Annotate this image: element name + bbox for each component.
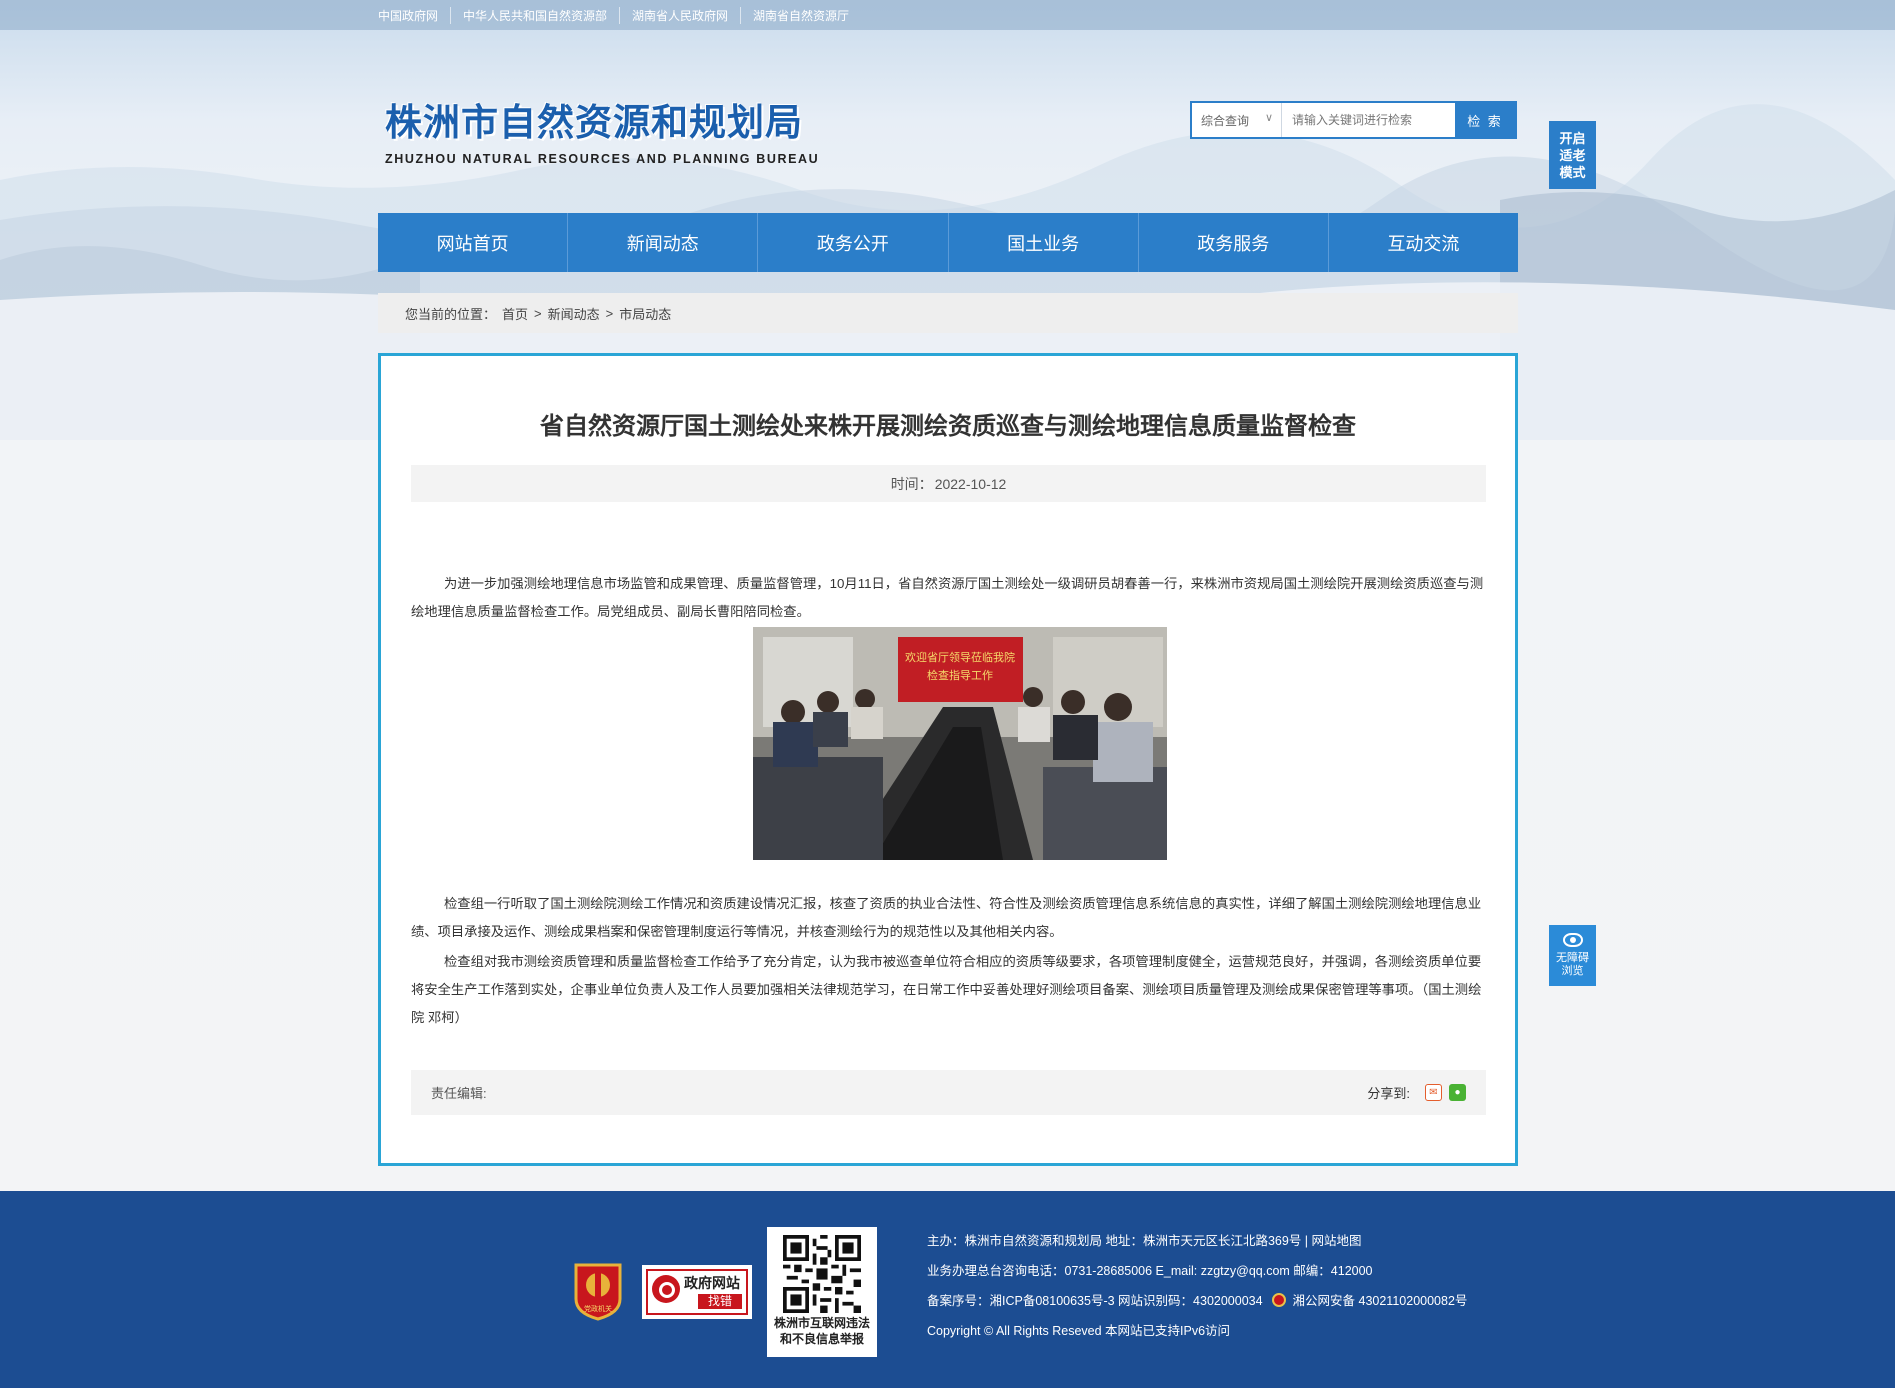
- logo-english: ZHUZHOU NATURAL RESOURCES AND PLANNING B…: [385, 152, 820, 166]
- elder-mode-button[interactable]: 开启 适老 模式: [1549, 121, 1596, 189]
- breadcrumb-sep: >: [534, 305, 542, 321]
- top-link-hunan-gov[interactable]: 湖南省人民政府网: [619, 6, 740, 24]
- editor-label: 责任编辑:: [431, 1086, 487, 1101]
- accessibility-line-2: 浏览: [1561, 965, 1584, 977]
- elder-mode-line-3: 模式: [1559, 164, 1586, 180]
- article-footer: 责任编辑: 分享到: ✉ ●: [411, 1070, 1486, 1115]
- photo-banner-line-1: 欢迎省厅领导莅临我院: [905, 650, 1015, 664]
- badge2-sub: 找错: [698, 1294, 742, 1309]
- footer-row-icp: 备案序号：湘ICP备08100635号-3 网站识别码：4302000034 湘…: [927, 1286, 1467, 1316]
- nav-item-interaction[interactable]: 互动交流: [1327, 213, 1518, 272]
- breadcrumb-prefix: 您当前的位置：: [405, 306, 497, 322]
- search-scope-value: 综合查询: [1201, 113, 1250, 128]
- search-bar: 综合查询 ∨ 检 索: [1190, 101, 1517, 139]
- top-link-mnr[interactable]: 中华人民共和国自然资源部: [450, 6, 619, 24]
- party-gov-badge-icon[interactable]: 党政机关: [572, 1261, 624, 1321]
- breadcrumb-current[interactable]: 市局动态: [619, 304, 671, 323]
- footer-row-sponsor: 主办：株洲市自然资源和规划局 地址：株洲市天元区长江北路369号 | 网站地图: [927, 1234, 1362, 1248]
- badge1-text: 党政机关: [584, 1304, 612, 1313]
- article-photo: 欢迎省厅领导莅临我院 检查指导工作: [753, 627, 1167, 860]
- weibo-icon[interactable]: ✉: [1425, 1084, 1442, 1101]
- photo-banner-line-2: 检查指导工作: [927, 668, 993, 682]
- breadcrumb-home[interactable]: 首页: [502, 304, 528, 323]
- article-paragraph: 为进一步加强测绘地理信息市场监管和成果管理、质量监督管理，10月11日，省自然资…: [411, 576, 1484, 619]
- footer-row-copyright: Copyright © All Rights Reseved 本网站已支持IPv…: [927, 1324, 1231, 1338]
- police-badge-icon: [1272, 1293, 1287, 1307]
- badge2-title: 政府网站: [684, 1275, 740, 1291]
- top-link-bar: 中国政府网 中华人民共和国自然资源部 湖南省人民政府网 湖南省自然资源厅: [0, 0, 1895, 30]
- accessibility-button[interactable]: 无障碍 浏览: [1549, 925, 1596, 986]
- search-button[interactable]: 检 索: [1455, 103, 1515, 137]
- top-link-gov[interactable]: 中国政府网: [378, 7, 450, 24]
- meeting-photo-image: 欢迎省厅领导莅临我院 检查指导工作: [753, 627, 1167, 860]
- police-record-text[interactable]: 湘公网安备 43021102000082号: [1293, 1294, 1468, 1308]
- search-input[interactable]: [1282, 103, 1455, 137]
- gov-website-error-report-badge[interactable]: 政府网站 找错: [642, 1265, 752, 1319]
- nav-item-services[interactable]: 政务服务: [1137, 213, 1328, 272]
- elder-mode-line-1: 开启: [1559, 130, 1586, 146]
- icp-text[interactable]: 备案序号：湘ICP备08100635号-3 网站识别码：4302000034: [927, 1294, 1263, 1308]
- site-logo[interactable]: 株洲市自然资源和规划局 ZHUZHOU NATURAL RESOURCES AN…: [385, 92, 819, 166]
- accessibility-line-1: 无障碍: [1556, 952, 1589, 964]
- footer-info: 主办：株洲市自然资源和规划局 地址：株洲市天元区长江北路369号 | 网站地图 …: [927, 1226, 1467, 1346]
- footer-row-contact: 业务办理总台咨询电话：0731-28685006 E_mail: zzgtzy@…: [927, 1264, 1373, 1278]
- report-qr-badge[interactable]: 株洲市互联网违法 和不良信息举报: [767, 1227, 877, 1357]
- breadcrumb: 您当前的位置： 首页 > 新闻动态 > 市局动态: [378, 293, 1518, 333]
- chevron-down-icon: ∨: [1264, 112, 1273, 124]
- article-title: 省自然资源厅国土测绘处来株开展测绘资质巡查与测绘地理信息质量监督检查: [540, 413, 1356, 440]
- search-scope-select[interactable]: 综合查询 ∨: [1192, 103, 1282, 137]
- qr-code-icon: [783, 1235, 861, 1313]
- nav-item-home[interactable]: 网站首页: [378, 213, 567, 272]
- article-panel: 省自然资源厅国土测绘处来株开展测绘资质巡查与测绘地理信息质量监督检查 时间： 2…: [378, 353, 1518, 1166]
- article-meta: 时间： 2022-10-12: [411, 465, 1486, 502]
- wechat-icon[interactable]: ●: [1449, 1084, 1466, 1101]
- magnifier-icon: [652, 1275, 680, 1303]
- eye-icon: [1562, 933, 1583, 947]
- share-group: 分享到: ✉ ●: [1367, 1083, 1466, 1102]
- article-paragraph: 检查组一行听取了国土测绘院测绘工作情况和资质建设情况汇报，核查了资质的执业合法性…: [411, 896, 1482, 939]
- nav-item-news[interactable]: 新闻动态: [567, 213, 757, 272]
- share-label: 分享到:: [1367, 1086, 1410, 1101]
- breadcrumb-news[interactable]: 新闻动态: [548, 304, 600, 323]
- time-value: 2022-10-12: [934, 475, 1007, 492]
- qr-caption-line-1: 株洲市互联网违法: [773, 1316, 870, 1330]
- breadcrumb-sep: >: [605, 305, 614, 321]
- logo-chinese: 株洲市自然资源和规划局: [385, 101, 803, 144]
- nav-item-land[interactable]: 国土业务: [947, 213, 1138, 272]
- top-link-hunan-nr[interactable]: 湖南省自然资源厅: [740, 6, 861, 24]
- article-paragraph: 检查组对我市测绘资质管理和质量监督检查工作给予了充分肯定，认为我市被巡查单位符合…: [411, 954, 1482, 1025]
- elder-mode-line-2: 适老: [1559, 147, 1586, 163]
- nav-item-gov-info[interactable]: 政务公开: [757, 213, 947, 272]
- time-label: 时间：: [890, 475, 933, 492]
- main-nav: 网站首页 新闻动态 政务公开 国土业务 政务服务 互动交流: [378, 213, 1518, 272]
- qr-caption-line-2: 和不良信息举报: [779, 1332, 864, 1346]
